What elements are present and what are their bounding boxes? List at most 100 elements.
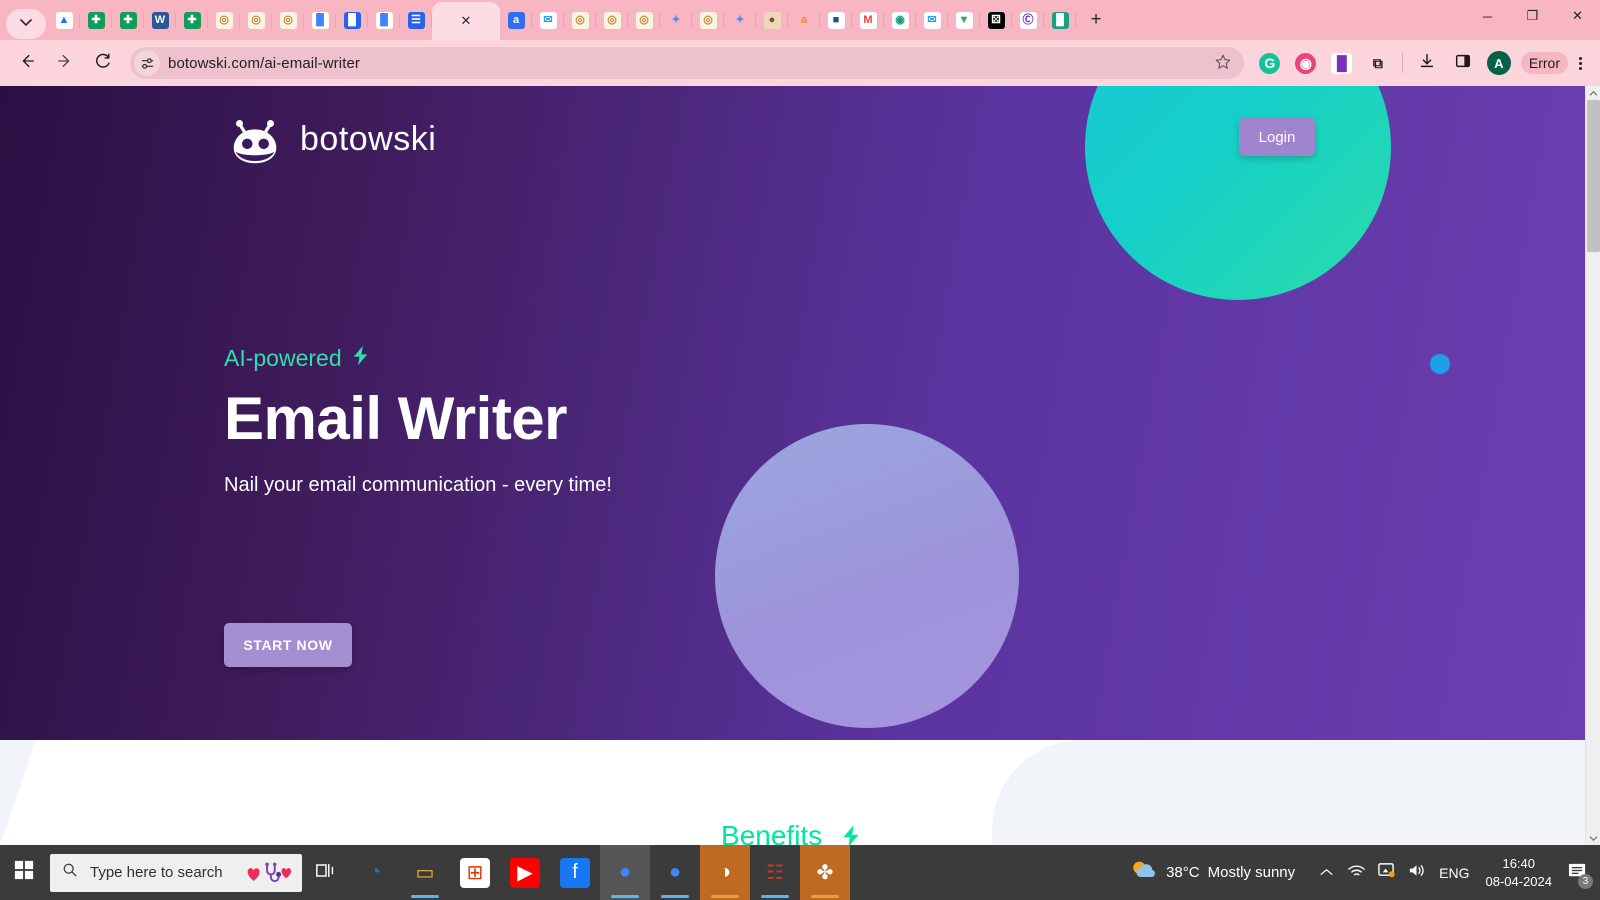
taskbar-app-edge[interactable]: ◔	[350, 845, 400, 900]
tab-palette-5[interactable]: ◎	[596, 0, 628, 40]
tab-analytics-2[interactable]: █	[368, 0, 400, 40]
new-tab-button[interactable]: +	[1080, 4, 1112, 36]
profile-button[interactable]: A	[1484, 48, 1514, 78]
google-chrome-icon: ●	[618, 861, 632, 883]
taskbar-app-chrome-2[interactable]: ●	[650, 845, 700, 900]
google-sheets-icon: ✚	[87, 11, 105, 29]
extensions-puzzle-icon[interactable]: ⧉	[1363, 48, 1393, 78]
tab-amazon[interactable]: a	[500, 0, 532, 40]
display-settings-button[interactable]	[1371, 854, 1401, 892]
tab-word[interactable]: W	[144, 0, 176, 40]
network-button[interactable]	[1341, 854, 1371, 892]
minimize-button[interactable]: ─	[1465, 0, 1510, 32]
tab-search-button[interactable]	[6, 9, 46, 39]
windows-start-button[interactable]	[0, 845, 48, 900]
scroll-up-icon[interactable]	[1586, 86, 1600, 100]
artbreeder-icon: ◎	[279, 11, 297, 29]
clock-date: 08-04-2024	[1485, 873, 1553, 889]
tab-maps[interactable]: ▼	[948, 0, 980, 40]
page-scrollbar[interactable]	[1585, 86, 1600, 845]
tab-gmail[interactable]: M	[852, 0, 884, 40]
site-logo[interactable]: botowski	[224, 108, 436, 170]
tab-botowski[interactable]: ✕	[432, 2, 500, 40]
tab-palette-1[interactable]: ◎	[208, 0, 240, 40]
chart-extension-icon[interactable]: █	[1327, 48, 1357, 78]
tab-lock[interactable]: ■	[820, 0, 852, 40]
close-window-button[interactable]: ✕	[1555, 0, 1600, 32]
grammarly-extension-icon[interactable]: G	[1255, 48, 1285, 78]
tab-dice[interactable]: ⚄	[980, 0, 1012, 40]
downloads-button[interactable]	[1412, 48, 1442, 78]
camera-extension-icon[interactable]: ◉	[1291, 48, 1321, 78]
tab-palette-7[interactable]: ◎	[692, 0, 724, 40]
language-indicator[interactable]: ENG	[1439, 865, 1469, 881]
reload-button[interactable]	[86, 46, 120, 80]
tray-overflow-button[interactable]	[1311, 854, 1341, 892]
facebook-icon: f	[560, 857, 590, 888]
bookmark-star-icon[interactable]	[1214, 53, 1232, 76]
taskbar-weather-widget[interactable]: 38°C Mostly sunny	[1130, 859, 1295, 887]
chevron-down-icon	[20, 15, 32, 33]
tab-sheets-1[interactable]: ✚	[80, 0, 112, 40]
tab-avatar[interactable]: ●	[756, 0, 788, 40]
dice-icon: ⚄	[987, 11, 1005, 29]
url-text: botowski.com/ai-email-writer	[168, 54, 361, 72]
forward-button[interactable]	[48, 46, 82, 80]
taskbar-clock[interactable]: 16:40 08-04-2024	[1486, 855, 1553, 890]
system-tray: 38°C Mostly sunny ENG 16:40 08-04-2024 3	[1130, 845, 1600, 900]
tab-sparkle-1[interactable]: ✦	[660, 0, 692, 40]
bar-chart-icon: █	[1051, 11, 1069, 29]
tab-amazon-2[interactable]: a	[788, 0, 820, 40]
address-bar[interactable]: botowski.com/ai-email-writer	[130, 47, 1244, 79]
taskbar-app-speedtest[interactable]: ◑	[700, 845, 750, 900]
logo-text: botowski	[300, 119, 437, 158]
tab-copilot[interactable]: Ⓒ	[1012, 0, 1044, 40]
weather-condition: Mostly sunny	[1207, 864, 1296, 881]
tab-analytics-1[interactable]: █	[304, 0, 336, 40]
task-view-button[interactable]	[302, 845, 350, 900]
tab-palette-6[interactable]: ◎	[628, 0, 660, 40]
scrollbar-thumb[interactable]	[1587, 100, 1600, 252]
botowski-robot-logo	[224, 108, 286, 170]
taskbar-app-game[interactable]: ✤	[800, 845, 850, 900]
tab-chatgpt[interactable]: ◉	[884, 0, 916, 40]
hearts-stethoscope-icon	[244, 861, 294, 884]
tab-palette-2[interactable]: ◎	[240, 0, 272, 40]
start-now-button[interactable]: START NOW	[224, 623, 352, 667]
browser-window: ▲ ✚ ✚ W ✚ ◎ ◎ ◎ █ █ █ ☰ ✕ a ✉ ◎ ◎ ◎ ✦ ◎ ✦ ● a ■ M ◉ ✉ ▼ ⚄ Ⓒ █ + ─ ❐ ✕	[0, 0, 1600, 845]
login-button[interactable]: Login	[1239, 118, 1315, 156]
taskbar-search-input[interactable]: Type here to search	[90, 864, 223, 881]
error-indicator[interactable]: Error	[1520, 52, 1568, 74]
tab-mail-1[interactable]: ✉	[532, 0, 564, 40]
close-icon[interactable]: ✕	[461, 13, 472, 29]
youtube-icon: ▶	[510, 857, 540, 888]
back-button[interactable]	[10, 46, 44, 80]
side-panel-button[interactable]	[1448, 48, 1478, 78]
benefits-heading: Benefits	[0, 820, 1585, 845]
tab-palette-3[interactable]: ◎	[272, 0, 304, 40]
taskbar-search-box[interactable]: Type here to search	[50, 853, 302, 892]
scroll-down-icon[interactable]	[1586, 831, 1600, 845]
tab-chart-green[interactable]: █	[1044, 0, 1076, 40]
tab-sparkle-2[interactable]: ✦	[724, 0, 756, 40]
tab-palette-4[interactable]: ◎	[564, 0, 596, 40]
tab-chart-blue[interactable]: █	[336, 0, 368, 40]
site-settings-icon[interactable]	[134, 50, 160, 76]
notifications-button[interactable]: 3	[1560, 854, 1594, 892]
google-sheets-icon: ✚	[119, 11, 137, 29]
tab-sheets-3[interactable]: ✚	[176, 0, 208, 40]
taskbar-app-youtube[interactable]: ▶	[500, 845, 550, 900]
tab-docs[interactable]: ☰	[400, 0, 432, 40]
taskbar-app-chrome-1[interactable]: ●	[600, 845, 650, 900]
tab-mail-2[interactable]: ✉	[916, 0, 948, 40]
tab-drive[interactable]: ▲	[48, 0, 80, 40]
taskbar-app-store[interactable]: ⊞	[450, 845, 500, 900]
maximize-button[interactable]: ❐	[1510, 0, 1555, 32]
tab-sheets-2[interactable]: ✚	[112, 0, 144, 40]
taskbar-app-explorer[interactable]: ▭	[400, 845, 450, 900]
taskbar-app-facebook[interactable]: f	[550, 845, 600, 900]
page-title: Email Writer	[224, 385, 568, 452]
kebab-menu-icon[interactable]	[1570, 56, 1590, 70]
taskbar-app-winrar[interactable]: ☷	[750, 845, 800, 900]
volume-button[interactable]	[1401, 854, 1431, 892]
